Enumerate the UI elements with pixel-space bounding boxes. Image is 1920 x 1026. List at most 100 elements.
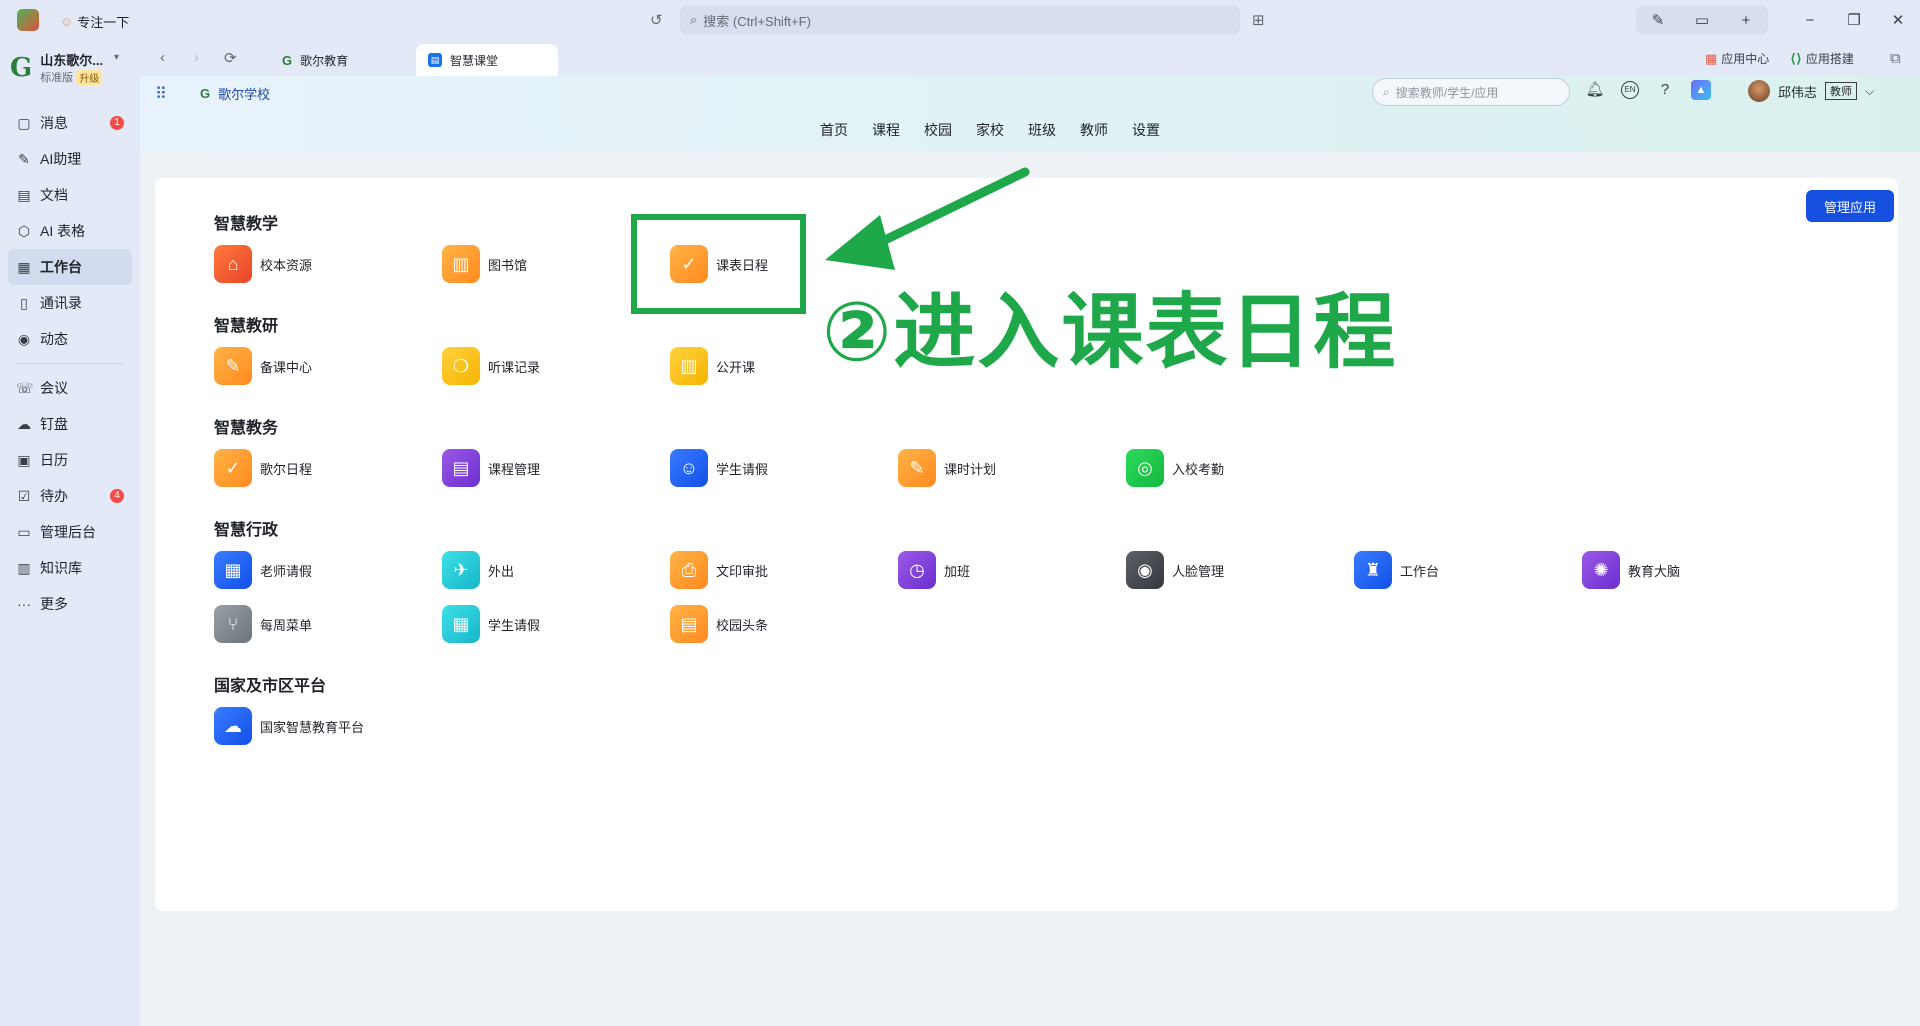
sidebar-item-admin[interactable]: ▭ 管理后台 (8, 514, 132, 550)
screen-icon[interactable]: ▭ (1680, 11, 1724, 29)
restore-icon[interactable]: ❐ (1832, 11, 1876, 29)
section-title: 智慧教务 (214, 420, 279, 437)
app-label: 听课记录 (488, 359, 541, 375)
app-national-education-platform[interactable]: ☁ 国家智慧教育平台 (214, 707, 364, 745)
nav-campus[interactable]: 校园 (924, 120, 952, 140)
app-geer-schedule[interactable]: ✓ 歌尔日程 (214, 449, 312, 487)
nav-teacher[interactable]: 教师 (1080, 120, 1108, 140)
sidebar-item-docs[interactable]: ▤ 文档 (8, 177, 132, 213)
app-overtime[interactable]: ◷ 加班 (898, 551, 970, 589)
app-launcher-icon[interactable]: ⠿ (155, 84, 167, 104)
sidebar-item-label: 消息 (40, 115, 68, 131)
sidebar-item-ai-table[interactable]: ⬡ AI 表格 (8, 213, 132, 249)
app-weekly-menu[interactable]: ⑂ 每周菜单 (214, 605, 312, 643)
app-print-approval[interactable]: ⎙ 文印审批 (670, 551, 768, 589)
document-icon: ▤ (17, 186, 31, 203)
app-teacher-leave[interactable]: ▦ 老师请假 (214, 551, 312, 589)
sidebar-item-contacts[interactable]: ▯ 通讯录 (8, 285, 132, 321)
tab-smart-classroom[interactable]: ▤ 智慧课堂 (416, 44, 558, 76)
app-center-link[interactable]: ▦ 应用中心 (1705, 50, 1769, 67)
app-lesson-plan[interactable]: ✎ 课时计划 (898, 449, 996, 487)
geer-logo-icon: G (282, 52, 293, 68)
user-menu[interactable]: 邱伟志 教师 ⌵ (1748, 80, 1874, 102)
popout-icon[interactable]: ⧉ (1890, 50, 1901, 67)
ai-table-icon: ⬡ (17, 222, 31, 239)
app-student-leave-admin[interactable]: ▦ 学生请假 (442, 605, 540, 643)
app-search-input[interactable]: ⌕ 搜索教师/学生/应用 (1372, 78, 1570, 106)
refresh-icon[interactable]: ⟳ (224, 49, 237, 67)
contacts-icon: ▯ (20, 294, 28, 311)
sidebar-item-feed[interactable]: ◉ 动态 (8, 321, 132, 357)
nav-settings[interactable]: 设置 (1132, 120, 1160, 140)
more-icon: ··· (17, 596, 31, 612)
upgrade-badge[interactable]: 升级 (76, 69, 103, 85)
app-logo-icon[interactable] (17, 9, 39, 31)
app-label: 歌尔日程 (260, 461, 313, 477)
header-icons: 🔔︎ EN ? ▲ (1585, 80, 1711, 100)
sidebar-item-cloud-drive[interactable]: ☁ 钉盘 (8, 406, 132, 442)
app-student-leave[interactable]: ☺ 学生请假 (670, 449, 768, 487)
message-icon: ▢ (17, 114, 31, 131)
close-icon[interactable]: ✕ (1876, 11, 1920, 29)
app-workbench[interactable]: ♜ 工作台 (1354, 551, 1439, 589)
nav-class[interactable]: 班级 (1028, 120, 1056, 140)
nav-home-school[interactable]: 家校 (976, 120, 1004, 140)
apps-grid-icon[interactable]: ⊞ (1252, 11, 1265, 29)
lesson-plan-icon: ✎ (898, 449, 936, 487)
sidebar-item-label: 待办 (40, 488, 68, 504)
annotation-text: ②进入课表日程 (822, 287, 1398, 378)
help-icon[interactable]: ? (1655, 80, 1675, 100)
org-switcher[interactable]: G 山东歌尔... 标准版 升级 ▾ (10, 50, 119, 85)
org-edition: 标准版 (40, 72, 74, 84)
nav-home[interactable]: 首页 (820, 120, 848, 140)
manage-apps-button[interactable]: 管理应用 (1806, 190, 1894, 222)
app-attendance[interactable]: ◎ 入校考勤 (1126, 449, 1224, 487)
language-icon[interactable]: EN (1621, 81, 1639, 99)
student-leave-icon: ☺ (670, 449, 708, 487)
sidebar-item-knowledge[interactable]: ▥ 知识库 (8, 550, 132, 586)
app-search-placeholder: 搜索教师/学生/应用 (1395, 85, 1499, 100)
sidebar-item-calendar[interactable]: ▣ 日历 (8, 442, 132, 478)
add-icon[interactable]: + (1724, 12, 1768, 29)
app-school-resources[interactable]: ⌂ 校本资源 (214, 245, 312, 283)
sidebar-item-messages[interactable]: ▢ 消息 1 (8, 105, 132, 141)
sidebar-item-workbench[interactable]: ▦ 工作台 (8, 249, 132, 285)
app-course-management[interactable]: ▤ 课程管理 (442, 449, 540, 487)
app-lesson-prep[interactable]: ✎ 备课中心 (214, 347, 312, 385)
app-face-management[interactable]: ◉ 人脸管理 (1126, 551, 1224, 589)
ai-app-icon[interactable]: ▲ (1691, 80, 1711, 100)
app-going-out[interactable]: ✈ 外出 (442, 551, 514, 589)
history-icon[interactable]: ↺ (650, 11, 668, 29)
sidebar-item-todo[interactable]: ☑ 待办 4 (8, 478, 132, 514)
avatar (1748, 80, 1770, 102)
global-search-input[interactable]: ⌕ 搜索 (Ctrl+Shift+F) (680, 6, 1240, 34)
chevron-down-icon: ▾ (114, 52, 120, 63)
national-platform-icon: ☁ (214, 707, 252, 745)
back-icon[interactable]: ‹ (160, 49, 165, 66)
school-switcher[interactable]: G 歌尔学校 (200, 84, 270, 103)
cloud-drive-icon: ☁ (17, 415, 31, 432)
sidebar-item-meeting[interactable]: ☏ 会议 (8, 370, 132, 406)
app-builder-link[interactable]: ⟨⟩ 应用搭建 (1790, 50, 1854, 67)
sidebar-item-label: 知识库 (40, 560, 82, 576)
app-education-brain[interactable]: ✺ 教育大脑 (1582, 551, 1680, 589)
sidebar-item-more[interactable]: ··· 更多 (8, 586, 132, 622)
forward-icon[interactable]: › (194, 49, 199, 66)
app-open-class[interactable]: ▥ 公开课 (670, 347, 755, 385)
bell-icon[interactable]: 🔔︎ (1585, 80, 1605, 100)
ai-spark-icon[interactable]: ✎ (1636, 11, 1680, 29)
minimize-icon[interactable]: − (1788, 12, 1832, 29)
top-nav: 首页 课程 校园 家校 班级 教师 设置 (820, 120, 1160, 140)
meeting-icon: ☏ (16, 379, 34, 396)
app-campus-headlines[interactable]: ▤ 校园头条 (670, 605, 768, 643)
focus-emoji-icon: ☺ (60, 14, 74, 29)
app-label: 人脸管理 (1172, 563, 1225, 579)
nav-courses[interactable]: 课程 (872, 120, 900, 140)
sidebar-item-ai-assistant[interactable]: ✎ AI助理 (8, 141, 132, 177)
focus-mode-button[interactable]: ☺ 专注一下 (60, 12, 129, 31)
tab-geer-education[interactable]: G 歌尔教育 (270, 44, 360, 76)
app-label: 课程管理 (488, 461, 541, 477)
app-class-observation[interactable]: ❍ 听课记录 (442, 347, 540, 385)
app-label: 外出 (488, 563, 515, 579)
app-library[interactable]: ▥ 图书馆 (442, 245, 527, 283)
